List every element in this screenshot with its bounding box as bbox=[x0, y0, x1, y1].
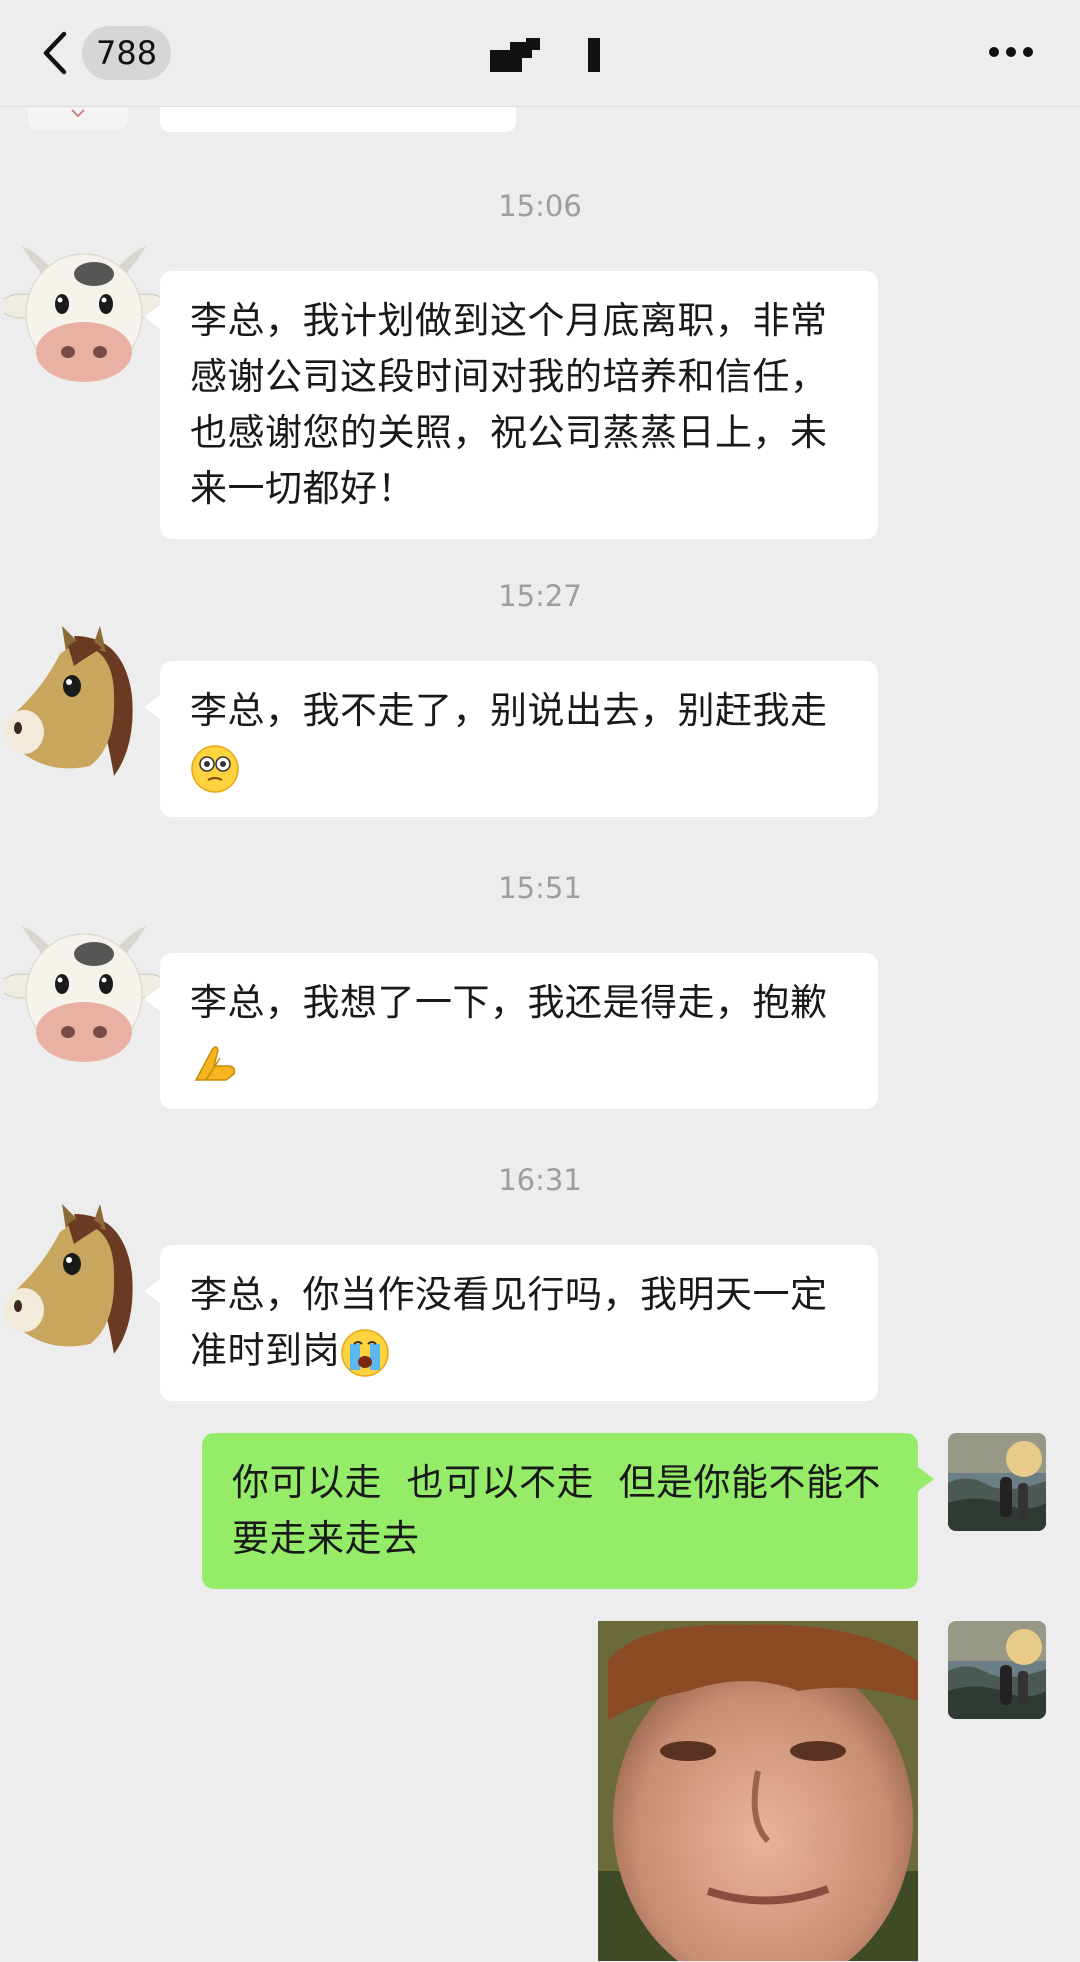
back-chevron-icon[interactable] bbox=[36, 28, 76, 78]
chat-title-redacted bbox=[490, 36, 610, 76]
message-bubble[interactable]: 李总，我计划做到这个月底离职，非常感谢公司这段时间对我的培养和信任，也感谢您的关… bbox=[144, 271, 878, 539]
message-timestamp: 15:27 bbox=[498, 579, 582, 613]
boy-face-sticker-image[interactable] bbox=[598, 1621, 918, 1961]
chat-header: 788 bbox=[0, 0, 1080, 107]
cow-avatar[interactable] bbox=[0, 244, 169, 404]
message-bubble[interactable]: 李总，你当作没看见行吗，我明天一定准时到岗 bbox=[144, 1245, 878, 1401]
message-text: 李总，我不走了，别说出去，别赶我走 bbox=[190, 689, 828, 732]
message-timestamp: 15:06 bbox=[498, 189, 582, 223]
cow-avatar[interactable] bbox=[0, 924, 169, 1084]
message-bubble[interactable]: 李总，我不走了，别说出去，别赶我走 bbox=[144, 661, 878, 817]
grimace-emoji-icon bbox=[190, 744, 240, 794]
previous-message-bubble[interactable] bbox=[160, 106, 516, 132]
chat-message-list[interactable]: 15:06 李总，我计划做到这个月底离职，非常感谢公司这段时间对我的培养和信任，… bbox=[0, 106, 1080, 1962]
message-timestamp: 16:31 bbox=[498, 1163, 582, 1197]
self-message-bubble[interactable]: 你可以走 也可以不走 但是你能不能不要走来走去 bbox=[202, 1433, 934, 1589]
self-avatar[interactable] bbox=[948, 1433, 1046, 1531]
message-text: 李总，我计划做到这个月底离职，非常感谢公司这段时间对我的培养和信任，也感谢您的关… bbox=[190, 299, 828, 510]
self-avatar[interactable] bbox=[948, 1621, 1046, 1719]
message-text: 李总，我想了一下，我还是得走，抱歉 bbox=[190, 981, 828, 1024]
previous-avatar[interactable] bbox=[28, 106, 128, 130]
message-bubble[interactable]: 李总，我想了一下，我还是得走，抱歉 bbox=[144, 953, 878, 1109]
message-text: 李总，你当作没看见行吗，我明天一定准时到岗 bbox=[190, 1273, 828, 1372]
horse-avatar[interactable] bbox=[4, 626, 164, 786]
message-timestamp: 15:51 bbox=[498, 871, 582, 905]
crying-emoji-icon bbox=[340, 1328, 390, 1378]
horse-avatar[interactable] bbox=[4, 1204, 164, 1364]
more-options-icon[interactable] bbox=[986, 40, 1036, 64]
pray-emoji-icon bbox=[190, 1036, 240, 1086]
message-text: 你可以走 也可以不走 但是你能不能不要走来走去 bbox=[232, 1461, 882, 1560]
unread-count-badge[interactable]: 788 bbox=[82, 26, 172, 80]
